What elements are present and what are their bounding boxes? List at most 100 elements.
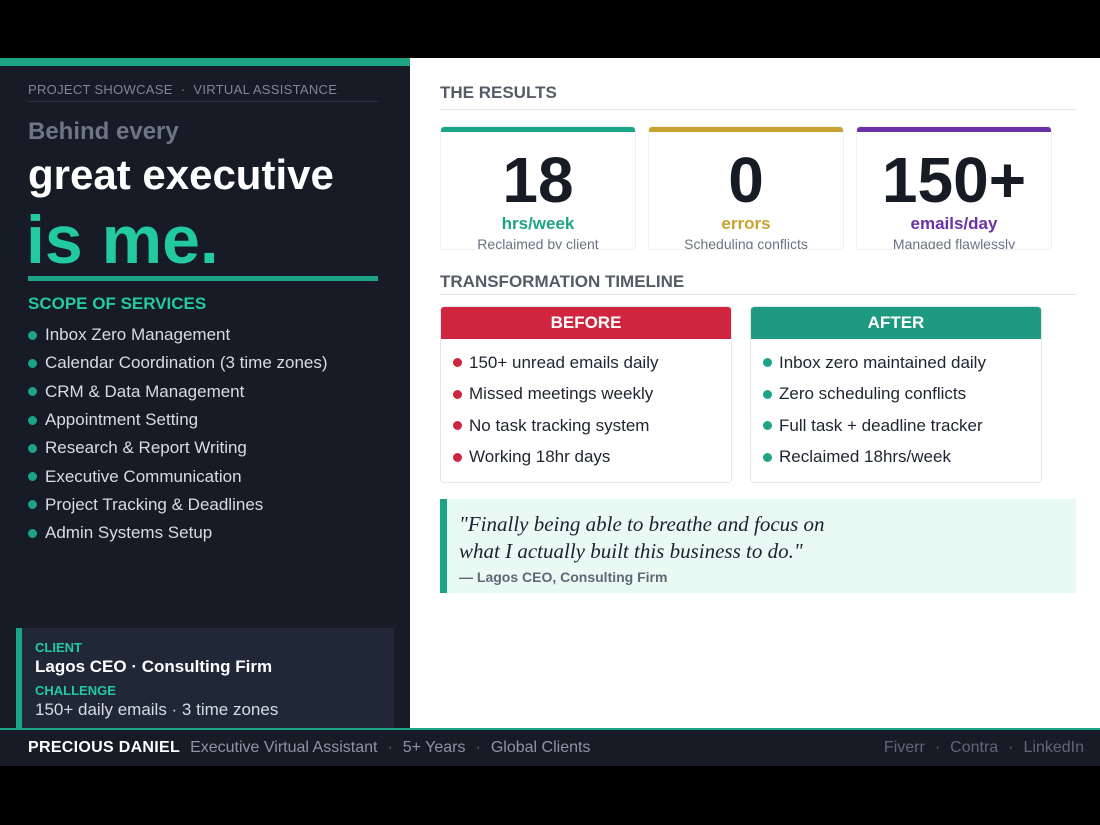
stat-bar bbox=[649, 127, 843, 132]
before-header: BEFORE bbox=[441, 307, 731, 339]
bullet-icon bbox=[763, 421, 772, 431]
accent-bar bbox=[0, 58, 410, 66]
service-label: Executive Communication bbox=[45, 466, 242, 486]
bullet-icon bbox=[453, 452, 462, 462]
service-label: Admin Systems Setup bbox=[45, 523, 213, 543]
stat-caption: Reclaimed by client bbox=[477, 236, 599, 250]
footer-name: PRECIOUS DANIEL bbox=[28, 739, 181, 756]
after-item: Reclaimed 18hrs/week bbox=[763, 442, 1041, 474]
footer-experience: 5+ Years bbox=[402, 739, 466, 756]
bullet-icon bbox=[763, 452, 772, 462]
service-item: CRM & Data Management bbox=[28, 378, 328, 406]
fiverr-link[interactable]: Fiverr bbox=[884, 739, 925, 757]
bullet-icon bbox=[28, 415, 37, 425]
service-item: Project Tracking & Deadlines bbox=[28, 491, 328, 519]
stat-number: 0 bbox=[728, 144, 764, 216]
stat-caption: Managed flawlessly bbox=[892, 236, 1016, 250]
after-item: Inbox zero maintained daily bbox=[763, 347, 1041, 379]
testimonial-quote: "Finally being able to breathe and focus… bbox=[440, 499, 1076, 593]
challenge-text: 150+ daily emails · 3 time zones bbox=[35, 700, 279, 719]
stat-unit: errors bbox=[721, 214, 771, 233]
bullet-icon bbox=[453, 389, 462, 399]
divider bbox=[440, 294, 1076, 295]
after-item-label: Inbox zero maintained daily bbox=[779, 352, 986, 372]
before-item: 150+ unread emails daily bbox=[453, 347, 731, 379]
bullet-icon bbox=[28, 443, 37, 453]
stat-unit: emails/day bbox=[910, 214, 998, 233]
bullet-icon bbox=[28, 358, 37, 368]
service-label: Inbox Zero Management bbox=[45, 325, 231, 345]
footer-clients: Global Clients bbox=[490, 739, 591, 756]
footer-separator: · bbox=[387, 739, 393, 756]
stat-bar bbox=[441, 127, 635, 132]
contra-link[interactable]: Contra bbox=[950, 739, 998, 757]
showcase-slide: PROJECT SHOWCASE · VIRTUAL ASSISTANCE Behi… bbox=[0, 58, 1100, 766]
eyebrow-right: VIRTUAL ASSISTANCE bbox=[193, 82, 338, 97]
service-item: Appointment Setting bbox=[28, 406, 328, 434]
divider bbox=[28, 101, 378, 102]
service-item: Inbox Zero Management bbox=[28, 321, 328, 349]
services-list: Inbox Zero Management Calendar Coordinat… bbox=[28, 321, 328, 547]
service-item: Admin Systems Setup bbox=[28, 519, 328, 547]
bullet-icon bbox=[763, 389, 772, 399]
service-item: Executive Communication bbox=[28, 462, 328, 490]
service-label: Appointment Setting bbox=[45, 410, 199, 430]
bullet-icon bbox=[453, 358, 462, 368]
before-item-label: Missed meetings weekly bbox=[469, 384, 654, 404]
before-item: Missed meetings weekly bbox=[453, 379, 731, 411]
client-label: CLIENT bbox=[35, 640, 82, 655]
before-item-label: No task tracking system bbox=[469, 415, 650, 435]
service-label: Research & Report Writing bbox=[45, 438, 247, 458]
bullet-icon bbox=[28, 500, 37, 510]
service-label: Project Tracking & Deadlines bbox=[45, 494, 264, 514]
after-item-label: Reclaimed 18hrs/week bbox=[779, 447, 951, 467]
footer: PRECIOUS DANIEL Executive Virtual Assist… bbox=[0, 728, 1100, 766]
stat-card-emails: 150+ emails/day Managed flawlessly bbox=[856, 126, 1052, 250]
after-item: Full task + deadline tracker bbox=[763, 410, 1041, 442]
before-item: Working 18hr days bbox=[453, 442, 731, 474]
before-list: 150+ unread emails daily Missed meetings… bbox=[441, 339, 731, 473]
hero-line-1: Behind every bbox=[28, 118, 179, 145]
stat-number: 18 bbox=[502, 144, 574, 216]
footer-separator: · bbox=[475, 739, 481, 756]
footer-separator: · bbox=[934, 739, 941, 756]
footer-role: Executive Virtual Assistant bbox=[190, 739, 378, 756]
right-panel: THE RESULTS 18 hrs/week Reclaimed by cli… bbox=[410, 58, 1100, 728]
stat-unit: hrs/week bbox=[501, 214, 575, 233]
divider bbox=[440, 109, 1076, 110]
before-item-label: Working 18hr days bbox=[469, 447, 611, 467]
stat-caption: Scheduling conflicts bbox=[684, 236, 808, 250]
bullet-icon bbox=[453, 421, 462, 431]
bullet-icon bbox=[763, 358, 772, 368]
bullet-icon bbox=[28, 528, 37, 538]
stat-number: 150+ bbox=[881, 144, 1027, 216]
client-value: Lagos CEO · Consulting Firm bbox=[35, 657, 273, 676]
hero-line-3: is me. bbox=[26, 202, 219, 278]
service-label: CRM & Data Management bbox=[45, 381, 245, 401]
footer-separator: · bbox=[1008, 739, 1014, 756]
service-label: Calendar Coordination (3 time zones) bbox=[45, 353, 328, 373]
quote-attribution: — Lagos CEO, Consulting Firm bbox=[459, 569, 668, 585]
stat-card-errors: 0 errors Scheduling conflicts bbox=[648, 126, 844, 250]
quote-line-1: "Finally being able to breathe and focus… bbox=[459, 512, 825, 536]
after-card: AFTER Inbox zero maintained daily Zero s… bbox=[750, 306, 1042, 483]
after-header: AFTER bbox=[751, 307, 1041, 339]
footer-links: Fiverr · Contra · LinkedIn bbox=[884, 739, 1084, 757]
after-item-label: Zero scheduling conflicts bbox=[779, 384, 967, 404]
client-card: CLIENT Lagos CEO · Consulting Firm CHALL… bbox=[16, 628, 394, 728]
bullet-icon bbox=[28, 387, 37, 397]
bullet-icon bbox=[28, 330, 37, 340]
after-list: Inbox zero maintained daily Zero schedul… bbox=[751, 339, 1041, 473]
after-item: Zero scheduling conflicts bbox=[763, 379, 1041, 411]
timeline-title: TRANSFORMATION TIMELINE bbox=[440, 272, 685, 291]
eyebrow: PROJECT SHOWCASE · VIRTUAL ASSISTANCE bbox=[28, 82, 337, 97]
before-item: No task tracking system bbox=[453, 410, 731, 442]
left-panel: PROJECT SHOWCASE · VIRTUAL ASSISTANCE Behi… bbox=[0, 58, 410, 728]
hero-line-2: great executive bbox=[28, 151, 334, 198]
linkedin-link[interactable]: LinkedIn bbox=[1024, 739, 1085, 757]
stat-bar bbox=[857, 127, 1051, 132]
scope-title: SCOPE OF SERVICES bbox=[28, 294, 207, 313]
hero-underline bbox=[28, 276, 378, 281]
challenge-label: CHALLENGE bbox=[35, 683, 116, 698]
before-card: BEFORE 150+ unread emails daily Missed m… bbox=[440, 306, 732, 483]
